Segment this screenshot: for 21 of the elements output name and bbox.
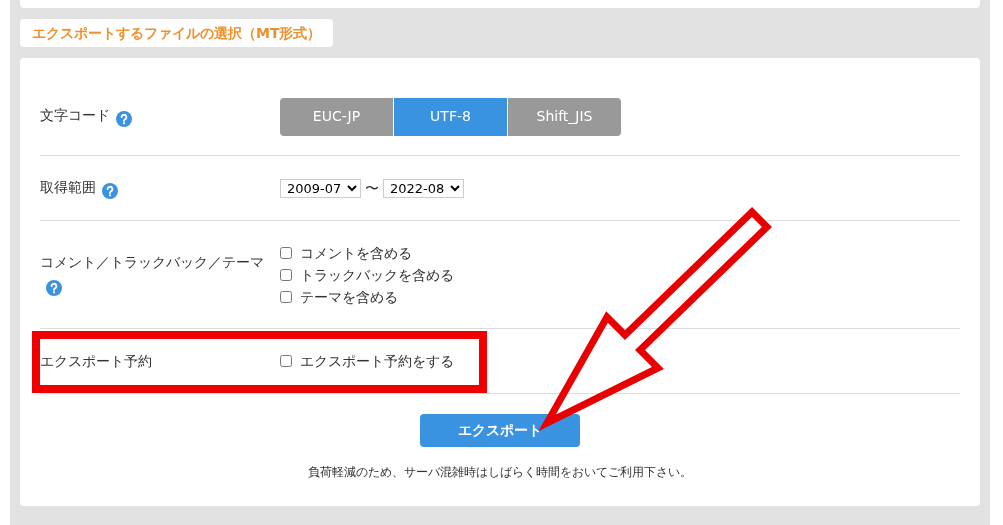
checkbox-label: トラックバックを含める [300, 265, 454, 285]
checkbox[interactable] [280, 290, 292, 303]
checkbox[interactable] [280, 246, 292, 259]
month-select[interactable]: 2022-08 [383, 178, 464, 198]
section-title: エクスポートするファイルの選択（MT形式） [20, 19, 334, 47]
checkbox[interactable] [280, 355, 292, 367]
checkbox-label: テーマを含める [300, 287, 398, 307]
notice-text: 負荷軽減のため、サーバ混雑時はしばらく時間をおいてご利用下さい。 [308, 464, 692, 481]
encoding-option[interactable]: UTF-8 [394, 97, 507, 136]
field-label: コメント／トラックバック／テーマ [40, 254, 264, 270]
checkbox-label: コメントを含める [300, 243, 412, 263]
encoding-option[interactable]: Shift_JIS [508, 97, 621, 136]
range-separator: 〜 [365, 178, 379, 198]
encoding-option[interactable]: EUC-JP [280, 97, 393, 136]
export-button[interactable]: エクスポート [420, 414, 580, 447]
month-select[interactable]: 2009-07 [280, 178, 361, 198]
checkbox-label: エクスポート予約をする [300, 352, 454, 371]
field-label: エクスポート予約 [40, 353, 152, 369]
checkbox[interactable] [280, 268, 292, 281]
field-label: 文字コード [40, 107, 110, 123]
field-label: 取得範囲 [40, 178, 96, 195]
